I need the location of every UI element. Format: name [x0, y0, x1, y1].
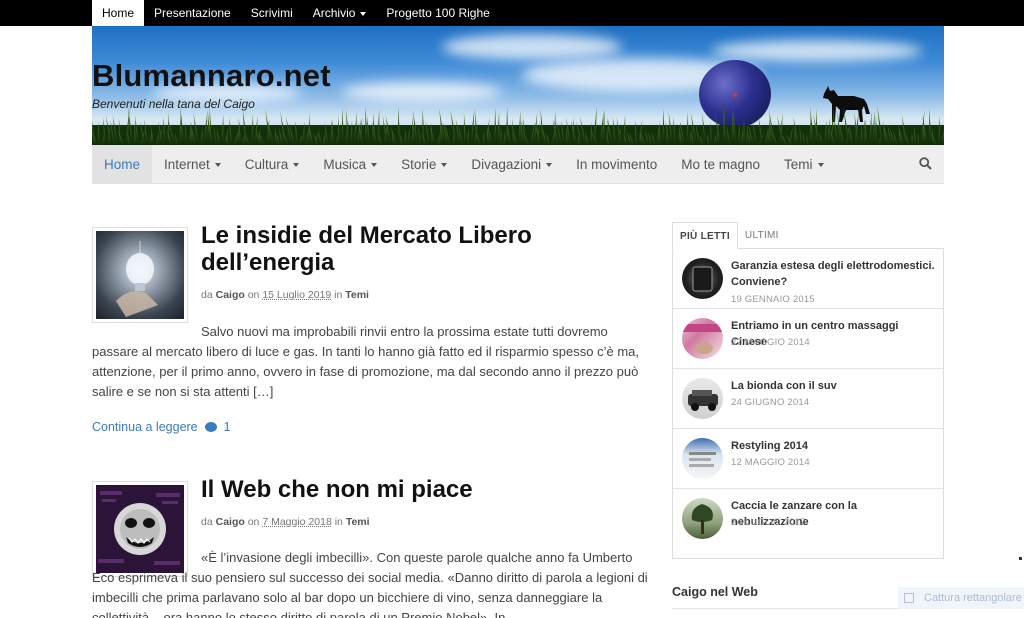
post-title[interactable]: Il Web che non mi piace [201, 476, 641, 503]
read-more-link[interactable]: Continua a leggere [92, 420, 198, 434]
capture-icon [904, 593, 914, 603]
lightbulb-image [116, 241, 158, 317]
post-thumbnail [682, 258, 723, 299]
post-excerpt: Salvo nuovi ma improbabili rinvii entro … [92, 324, 640, 399]
chevron-down-icon [441, 163, 448, 168]
nav-item-storie[interactable]: Storie [389, 145, 459, 184]
post-thumbnail [682, 498, 723, 539]
post-date[interactable]: 15 Luglio 2019 [262, 289, 331, 301]
meta-on: on [247, 289, 260, 301]
sidebar-tabs: PIÙ LETTI ULTIMI [672, 222, 944, 249]
meta-on: on [247, 516, 260, 528]
chevron-down-icon [817, 163, 824, 168]
nav-item-label: Storie [401, 157, 437, 172]
post-thumbnail [682, 378, 723, 419]
cloud-shape [442, 34, 622, 60]
capture-toast[interactable]: Cattura rettangolare [898, 587, 1024, 609]
top-menu-bar: Home Presentazione Scrivimi Archivio Pro… [0, 0, 1024, 26]
post-thumbnail [682, 438, 723, 479]
top-menu-home-label: Home [102, 6, 135, 20]
nav-item-divagazioni[interactable]: Divagazioni [459, 145, 564, 184]
nav-item-label: Mo te magno [681, 157, 761, 172]
top-menu-home[interactable]: Home [92, 0, 145, 26]
meta-in: in [334, 289, 343, 301]
site-description: Benvenuti nella tana del Caigo [92, 97, 255, 111]
main-navigation: Home Internet Cultura Musica Storie Diva… [92, 145, 944, 184]
nav-item-label: Internet [164, 157, 210, 172]
top-menu-progetto-100-righe[interactable]: Progetto 100 Righe [376, 0, 499, 26]
popular-post-date: 27 MAGGIO 2014 [731, 337, 810, 348]
nav-item-home[interactable]: Home [92, 145, 153, 184]
cloud-shape [342, 82, 502, 102]
post-meta: da Caigo on 7 Maggio 2018 in Temi [201, 516, 370, 528]
nav-item-label: Cultura [244, 157, 289, 172]
nav-item-label: In movimento [576, 157, 658, 172]
post-author[interactable]: Caigo [216, 289, 245, 301]
nav-item-label: Divagazioni [471, 157, 542, 172]
post-article: Le insidie del Mercato Libero dell’energ… [92, 222, 648, 441]
top-menu-scrivimi[interactable]: Scrivimi [241, 0, 303, 26]
chevron-down-icon [214, 163, 221, 168]
popular-post-date: 24 LUGLIO 2017 [731, 517, 806, 528]
popular-posts-list: Garanzia estesa degli elettrodomestici. … [672, 249, 944, 559]
list-item[interactable]: Caccia le zanzare con la nebulizzazione … [673, 489, 943, 549]
cloud-shape [712, 40, 922, 62]
comment-icon[interactable] [205, 422, 218, 432]
tab-piu-letti[interactable]: PIÙ LETTI [672, 222, 738, 249]
popular-post-title[interactable]: Restyling 2014 [731, 438, 937, 454]
nav-item-mo-te-magno[interactable]: Mo te magno [669, 145, 772, 184]
comment-count[interactable]: 1 [224, 420, 231, 434]
read-more-row: Continua a leggere 1 [92, 420, 231, 434]
header-banner: Blumannaro.net Benvenuti nella tana del … [92, 26, 944, 145]
top-menu-presentazione[interactable]: Presentazione [144, 0, 241, 26]
chevron-down-icon [360, 11, 367, 16]
post-article: Il Web che non mi piace da Caigo on 7 Ma… [92, 476, 648, 618]
nav-item-temi[interactable]: Temi [772, 145, 836, 184]
nav-item-label: Musica [323, 157, 367, 172]
top-menu-archivio[interactable]: Archivio [303, 0, 377, 26]
nav-item-cultura[interactable]: Cultura [233, 145, 312, 184]
site-title[interactable]: Blumannaro.net [92, 58, 331, 94]
post-author[interactable]: Caigo [216, 516, 245, 528]
tab-ultimi[interactable]: ULTIMI [738, 222, 786, 249]
popular-post-date: 24 GIUGNO 2014 [731, 397, 810, 408]
list-item[interactable]: Restyling 2014 12 MAGGIO 2014 [673, 429, 943, 489]
popular-post-title[interactable]: Garanzia estesa degli elettrodomestici. … [731, 258, 937, 290]
edge-marker [1019, 557, 1022, 560]
post-excerpt: «È l’invasione degli imbecilli». Con que… [92, 550, 648, 618]
top-menu-presentazione-label: Presentazione [154, 6, 231, 20]
post-date[interactable]: 7 Maggio 2018 [262, 516, 331, 528]
capture-toast-label: Cattura rettangolare [924, 592, 1022, 604]
nav-item-label: Home [104, 157, 141, 172]
meta-in: in [334, 516, 343, 528]
widget-title: Caigo nel Web [672, 585, 758, 599]
list-item[interactable]: Garanzia estesa degli elettrodomestici. … [673, 249, 943, 309]
post-category[interactable]: Temi [346, 516, 370, 528]
chevron-down-icon [546, 163, 553, 168]
search-icon[interactable] [919, 157, 932, 170]
list-item[interactable]: Entriamo in un centro massaggi Cinese 27… [673, 309, 943, 369]
popular-post-date: 19 GENNAIO 2015 [731, 294, 815, 305]
meta-by: da [201, 516, 213, 528]
post-thumbnail[interactable] [92, 227, 188, 323]
post-meta: da Caigo on 15 Luglio 2019 in Temi [201, 289, 369, 301]
post-thumbnail [682, 318, 723, 359]
top-menu-scrivimi-label: Scrivimi [250, 6, 293, 20]
chevron-down-icon [371, 163, 378, 168]
post-category[interactable]: Temi [345, 289, 369, 301]
meta-by: da [201, 289, 213, 301]
nav-item-internet[interactable]: Internet [152, 145, 233, 184]
list-item[interactable]: La bionda con il suv 24 GIUGNO 2014 [673, 369, 943, 429]
popular-post-date: 12 MAGGIO 2014 [731, 457, 810, 468]
top-menu-progetto-label: Progetto 100 Righe [386, 6, 490, 20]
nav-item-in-movimento[interactable]: In movimento [564, 145, 669, 184]
nav-item-label: Temi [784, 157, 813, 172]
nav-item-musica[interactable]: Musica [311, 145, 389, 184]
chevron-down-icon [293, 163, 300, 168]
post-title[interactable]: Le insidie del Mercato Libero dell’energ… [201, 222, 641, 276]
top-menu-archivio-label: Archivio [312, 6, 356, 20]
popular-post-title[interactable]: La bionda con il suv [731, 378, 937, 394]
